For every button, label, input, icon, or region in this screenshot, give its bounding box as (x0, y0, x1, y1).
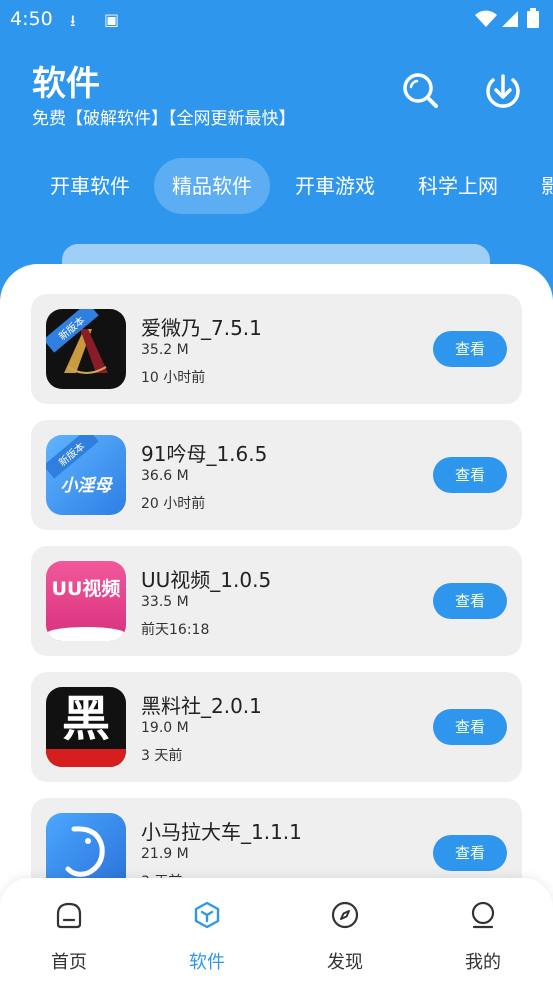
category-tabs: 开車软件 精品软件 开車游戏 科学上网 影 (0, 158, 553, 214)
app-name: 91吟母_1.6.5 (141, 442, 268, 466)
view-button[interactable]: 查看 (433, 583, 507, 619)
app-icon-text: 黑 (61, 691, 110, 747)
notification-icon: ▣ (104, 10, 120, 29)
tab-science-internet[interactable]: 科学上网 (400, 158, 516, 214)
nav-label: 首页 (51, 952, 87, 973)
home-icon (56, 902, 82, 929)
app-name: 黑料社_2.0.1 (141, 694, 262, 718)
status-time: 4:50 (10, 8, 53, 30)
app-icon: 黑 (46, 687, 126, 767)
app-time: 前天16:18 (141, 622, 210, 638)
status-bar: 4:50 ⭳ ▣ (0, 0, 553, 38)
nav-discover[interactable]: 发现 (276, 878, 414, 984)
app-time: 3 天前 (141, 748, 183, 764)
content-sheet: 新版本 爱微乃_7.5.1 35.2 M 10 小时前 查看 小淫母 新版本 9… (0, 264, 553, 984)
page-subtitle: 免费【破解软件】【全网更新最快】 (32, 109, 296, 129)
app-icon-text: UU视频 (51, 578, 121, 600)
list-item[interactable]: 小淫母 新版本 91吟母_1.6.5 36.6 M 20 小时前 查看 (31, 420, 522, 530)
bottom-nav: 首页 软件 发现 我的 (0, 878, 553, 984)
tab-premium-software[interactable]: 精品软件 (154, 158, 270, 214)
nav-software[interactable]: 软件 (138, 878, 276, 984)
app-icon: 新版本 (46, 309, 126, 389)
search-icon[interactable] (402, 72, 438, 108)
app-header: 4:50 ⭳ ▣ 软件 免费【破解软件】【全网更新最快】 开車软件 精品软件 开… (0, 0, 553, 300)
nav-label: 软件 (189, 952, 225, 973)
view-button[interactable]: 查看 (433, 457, 507, 493)
app-size: 21.9 M (141, 846, 189, 862)
app-icon: 小淫母 新版本 (46, 435, 126, 515)
app-name: UU视频_1.0.5 (141, 568, 272, 592)
view-button[interactable]: 查看 (433, 709, 507, 745)
list-item[interactable]: 新版本 爱微乃_7.5.1 35.2 M 10 小时前 查看 (31, 294, 522, 404)
compass-icon (331, 901, 359, 929)
signal-icon (502, 11, 518, 27)
app-size: 35.2 M (141, 342, 189, 358)
app-time: 10 小时前 (141, 370, 206, 386)
list-item[interactable]: 黑 黑料社_2.0.1 19.0 M 3 天前 查看 (31, 672, 522, 782)
app-size: 36.6 M (141, 468, 189, 484)
app-name: 小马拉大车_1.1.1 (141, 820, 302, 844)
nav-label: 我的 (465, 952, 501, 973)
user-icon (471, 901, 495, 929)
cube-icon (194, 901, 220, 929)
nav-label: 发现 (327, 952, 363, 973)
nav-mine[interactable]: 我的 (414, 878, 552, 984)
app-icon-text: 小淫母 (60, 476, 112, 496)
download-icon[interactable] (485, 72, 521, 108)
tab-video[interactable]: 影 (523, 158, 553, 214)
view-button[interactable]: 查看 (433, 331, 507, 367)
download-status-icon: ⭳ (70, 11, 76, 30)
view-button[interactable]: 查看 (433, 835, 507, 871)
wifi-icon (475, 10, 497, 27)
tab-kaiche-software[interactable]: 开車软件 (32, 158, 148, 214)
app-size: 33.5 M (141, 594, 189, 610)
nav-home[interactable]: 首页 (0, 878, 138, 984)
tab-kaiche-games[interactable]: 开車游戏 (277, 158, 393, 214)
app-time: 20 小时前 (141, 496, 206, 512)
list-item[interactable]: UU视频 UU视频_1.0.5 33.5 M 前天16:18 查看 (31, 546, 522, 656)
app-name: 爱微乃_7.5.1 (141, 316, 262, 340)
page-title: 软件 (32, 64, 100, 104)
app-icon: UU视频 (46, 561, 126, 641)
battery-icon (527, 8, 539, 28)
app-size: 19.0 M (141, 720, 189, 736)
